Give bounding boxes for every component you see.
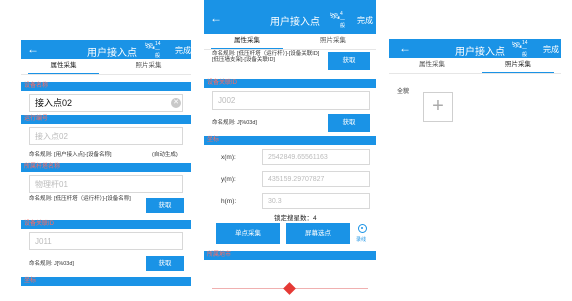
tab-photo[interactable]: 照片采集 (290, 34, 376, 49)
tab-attribute[interactable]: 属性采集 (389, 58, 475, 73)
naming-rule: 命名规则: [低压杆塔（运行杆）]-[设备关联ID][低压墙支架]-[设备关联I… (212, 51, 320, 63)
record-line-toggle[interactable]: 录线 (355, 224, 373, 244)
clear-icon[interactable]: ✕ (171, 98, 181, 108)
done-button[interactable]: 完成 (543, 44, 559, 55)
single-point-collect-button[interactable]: 单点采集 (216, 223, 280, 244)
satellite-icon: 🛰 (329, 11, 341, 21)
tab-bar: 属性采集 照片采集 (204, 34, 376, 50)
back-arrow-icon[interactable]: ← (210, 12, 222, 24)
record-line-label: 录线 (356, 237, 367, 243)
screen-coordinate-form: ← 用户接入点 🛰 4 一般 完成 属性采集 照片采集 命名规则: [低压杆塔（运行… (204, 0, 376, 301)
id-obtain-button[interactable]: 获取 (146, 256, 184, 271)
pole-name-rule: 命名规则: [低压杆塔（运行杆）]-[设备名称] (29, 196, 131, 202)
app-bar: ← 用户接入点 🛰 14 一般 完成 (21, 40, 191, 59)
gps-sat-count: 14 (522, 40, 528, 46)
section-run-number: 运行编号 (21, 115, 191, 124)
gps-status: 🛰 14 一般 (144, 41, 161, 59)
tab-attribute[interactable]: 属性采集 (204, 34, 290, 49)
h-input[interactable]: 30.3 (262, 193, 370, 209)
section-device-id: 设备关联ID (21, 220, 191, 229)
y-input[interactable]: 435159.29707827 (262, 171, 370, 187)
x-input[interactable]: 2542849.65561163 (262, 149, 370, 165)
device-id-rule: 命名规则: J[%03d] (29, 261, 74, 267)
back-arrow-icon[interactable]: ← (399, 42, 411, 54)
section-device-name: 设备名称 (21, 82, 191, 91)
device-name-value: 接入点02 (35, 98, 73, 108)
page-title: 用户接入点 (455, 47, 505, 58)
locked-satellite-count: 锁定搜星数：4 (274, 215, 317, 222)
app-bar: ← 用户接入点 🛰 4 一般 完成 (204, 0, 376, 34)
x-label: x(m): (221, 154, 236, 161)
device-id-input[interactable]: J011 (29, 232, 183, 250)
target-icon (358, 224, 367, 233)
gps-fix-quality: 一般 (155, 48, 161, 59)
screen-select-point-button[interactable]: 屏幕选点 (286, 223, 350, 244)
screen-attribute-form: ← 用户接入点 🛰 14 一般 完成 属性采集 照片采集 设备名称 接入点02 ✕ … (21, 0, 191, 301)
tab-photo[interactable]: 照片采集 (475, 58, 561, 73)
back-arrow-icon[interactable]: ← (27, 43, 39, 55)
section-city: 所属地市 (204, 251, 376, 260)
tab-attribute[interactable]: 属性采集 (21, 59, 106, 74)
gps-fix-quality: 一般 (340, 18, 346, 29)
gps-fix-quality: 一般 (522, 47, 528, 58)
device-id-input[interactable]: J002 (212, 91, 370, 110)
h-label: h(m): (221, 198, 237, 205)
section-pole-name: 所属杆塔名称 (21, 163, 191, 172)
auto-generate-note: (自动生成) (152, 152, 178, 158)
id-obtain-button[interactable]: 获取 (328, 114, 370, 132)
section-device-id: 设备关联ID (204, 79, 376, 88)
done-button[interactable]: 完成 (357, 15, 373, 26)
screen-photo-collect: ← 用户接入点 🛰 14 一般 完成 属性采集 照片采集 全貌 + (389, 0, 561, 301)
device-name-input[interactable]: 接入点02 (29, 94, 183, 112)
gps-status: 🛰 14 一般 (511, 40, 528, 58)
section-coordinates: 坐标 (204, 136, 376, 145)
section-coordinates: 坐标 (21, 277, 191, 286)
scroll-indicator-icon (283, 282, 296, 295)
gps-sat-count: 14 (155, 41, 161, 47)
satellite-icon: 🛰 (144, 41, 156, 51)
gps-sat-count: 4 (340, 11, 343, 17)
pole-name-input[interactable]: 物理杆01 (29, 175, 183, 193)
y-label: y(m): (221, 176, 236, 183)
tab-bar: 属性采集 照片采集 (389, 58, 561, 74)
add-photo-button[interactable]: + (423, 92, 453, 122)
photo-slot-label: 全貌 (397, 89, 410, 95)
run-number-rule: 命名规则: [用户接入点]-[设备名称] (29, 152, 112, 158)
rule-obtain-button[interactable]: 获取 (328, 52, 370, 70)
pole-obtain-button[interactable]: 获取 (146, 198, 184, 213)
done-button[interactable]: 完成 (175, 45, 191, 56)
run-number-input[interactable]: 接入点02 (29, 127, 183, 145)
gps-status: 🛰 4 一般 (329, 11, 345, 29)
plus-icon: + (432, 95, 444, 117)
page-title: 用户接入点 (87, 48, 137, 59)
device-id-rule: 命名规则: J[%03d] (212, 120, 257, 126)
tab-photo[interactable]: 照片采集 (106, 59, 191, 74)
satellite-icon: 🛰 (511, 40, 523, 50)
tab-bar: 属性采集 照片采集 (21, 59, 191, 75)
app-bar: ← 用户接入点 🛰 14 一般 完成 (389, 39, 561, 58)
page-title: 用户接入点 (270, 17, 320, 28)
